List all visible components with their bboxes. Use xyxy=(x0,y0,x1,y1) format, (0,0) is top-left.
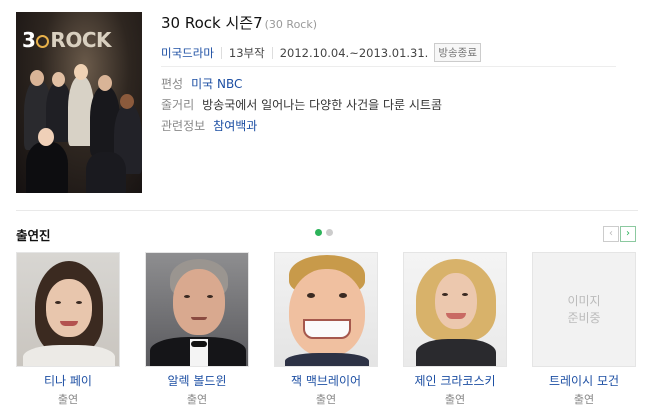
page-dot-2[interactable] xyxy=(326,229,333,236)
chevron-right-icon[interactable]: › xyxy=(620,226,636,242)
cast-photo[interactable] xyxy=(145,252,249,367)
info-row-network: 편성 미국 NBC xyxy=(161,75,242,92)
show-title: 30 Rock 시즌7 xyxy=(161,14,263,32)
cast-role: 출연 xyxy=(186,393,208,406)
show-meta: 미국드라마 13부작 2012.10.04.~2013.01.31. 방송종료 xyxy=(161,43,481,62)
cast-role: 출연 xyxy=(315,393,337,406)
original-title: (30 Rock) xyxy=(264,18,318,31)
section-divider xyxy=(16,210,638,211)
status-badge: 방송종료 xyxy=(434,43,481,62)
chevron-left-icon[interactable]: ‹ xyxy=(603,226,619,242)
cast-card[interactable]: 잭 맥브레이어 출연 xyxy=(274,252,378,407)
cast-role: 출연 xyxy=(573,393,595,406)
cast-photo[interactable] xyxy=(403,252,507,367)
meta-divider xyxy=(220,46,222,59)
synopsis-text: 방송국에서 일어나는 다양한 사건을 다룬 시트콤 xyxy=(202,98,442,112)
cast-role: 출연 xyxy=(444,393,466,406)
cast-photo[interactable] xyxy=(16,252,120,367)
genre-link[interactable]: 미국드라마 xyxy=(161,45,214,61)
related-link[interactable]: 참여백과 xyxy=(213,119,257,133)
cast-card[interactable]: 제인 크라코스키 출연 xyxy=(403,252,507,407)
info-label: 줄거리 xyxy=(161,98,195,112)
poster-logo: 3 ROCK xyxy=(22,28,111,52)
cast-name[interactable]: 알렉 볼드윈 xyxy=(145,372,249,389)
info-label: 편성 xyxy=(161,77,184,91)
cast-role: 출연 xyxy=(57,393,79,406)
title-row: 30 Rock 시즌7 (30 Rock) xyxy=(161,12,317,34)
cast-section-title: 출연진 xyxy=(16,228,51,243)
air-dates: 2012.10.04.~2013.01.31. xyxy=(279,45,429,60)
page-indicator xyxy=(315,229,333,236)
cast-card[interactable]: 알렉 볼드윈 출연 xyxy=(145,252,249,407)
network-link[interactable]: 미국 NBC xyxy=(191,77,242,91)
cast-name[interactable]: 티나 페이 xyxy=(16,372,120,389)
cast-name[interactable]: 제인 크라코스키 xyxy=(403,372,507,389)
info-row-related: 관련정보 참여백과 xyxy=(161,117,257,134)
image-placeholder-text: 이미지 준비중 xyxy=(567,293,601,325)
episode-count: 13부작 xyxy=(228,45,265,60)
cast-photo-placeholder[interactable]: 이미지 준비중 xyxy=(532,252,636,367)
page-dot-1[interactable] xyxy=(315,229,322,236)
show-poster[interactable]: 3 ROCK xyxy=(16,12,142,193)
info-row-synopsis: 줄거리 방송국에서 일어나는 다양한 사건을 다룬 시트콤 xyxy=(161,96,442,113)
cast-name[interactable]: 잭 맥브레이어 xyxy=(274,372,378,389)
info-label: 관련정보 xyxy=(161,119,206,133)
cast-name[interactable]: 트레이시 모건 xyxy=(532,372,636,389)
title-divider xyxy=(161,66,616,67)
cast-card[interactable]: 이미지 준비중 트레이시 모건 출연 xyxy=(532,252,636,407)
cast-photo[interactable] xyxy=(274,252,378,367)
meta-divider xyxy=(271,46,273,59)
cast-card[interactable]: 티나 페이 출연 xyxy=(16,252,120,407)
